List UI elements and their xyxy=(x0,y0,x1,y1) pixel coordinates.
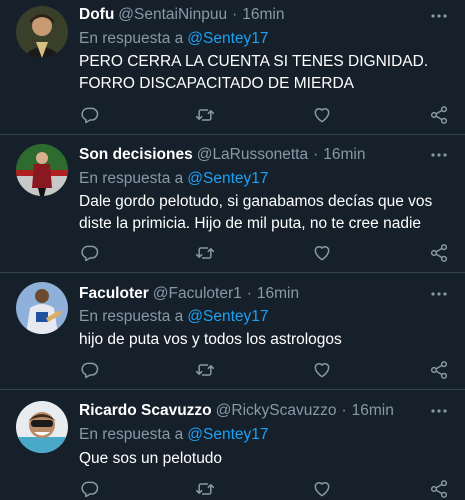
reply-button[interactable] xyxy=(79,104,101,126)
share-icon xyxy=(430,244,448,262)
reply-mention-link[interactable]: @Sentey17 xyxy=(187,30,268,47)
tweet-actions xyxy=(0,478,465,500)
share-button[interactable] xyxy=(428,478,450,500)
tweet[interactable]: Dofu @SentaiNinpuu · 16min En respuesta a @S… xyxy=(0,0,465,135)
reply-context: En respuesta a @Sentey17 xyxy=(79,168,269,190)
author-name[interactable]: Dofu xyxy=(79,6,114,23)
retweet-button[interactable] xyxy=(194,359,216,381)
separator-dot: · xyxy=(232,6,238,23)
retweet-button[interactable] xyxy=(194,242,216,264)
tweet-timestamp[interactable]: 16min xyxy=(242,6,284,23)
more-horizontal-icon xyxy=(431,409,447,413)
author-handle[interactable]: @LaRussonetta xyxy=(197,146,308,163)
reply-button[interactable] xyxy=(79,478,101,500)
reply-icon xyxy=(81,362,99,379)
like-button[interactable] xyxy=(311,242,333,264)
more-horizontal-icon xyxy=(431,292,447,296)
reply-mention-link[interactable]: @Sentey17 xyxy=(187,308,268,325)
author-name[interactable]: Faculoter xyxy=(79,285,149,302)
reply-mention-link[interactable]: @Sentey17 xyxy=(187,426,268,443)
share-icon xyxy=(430,106,448,124)
author-name[interactable]: Ricardo Scavuzzo xyxy=(79,402,212,419)
tweet-text: Dale gordo pelotudo, si ganabamos decías… xyxy=(79,193,433,232)
retweet-icon xyxy=(195,247,215,259)
separator-dot: · xyxy=(313,146,319,163)
reply-prefix: En respuesta a xyxy=(79,170,184,187)
separator-dot: · xyxy=(341,402,347,419)
more-options-button[interactable] xyxy=(429,401,449,421)
tweet[interactable]: Ricardo Scavuzzo @RickyScavuzzo · 16min En … xyxy=(0,390,465,500)
author-handle[interactable]: @RickyScavuzzo xyxy=(216,402,337,419)
reply-context: En respuesta a @Sentey17 xyxy=(79,28,269,50)
tweet-timestamp[interactable]: 16min xyxy=(257,285,299,302)
reply-context: En respuesta a @Sentey17 xyxy=(79,424,269,446)
more-options-button[interactable] xyxy=(429,284,449,304)
heart-icon xyxy=(314,246,330,261)
share-button[interactable] xyxy=(428,104,450,126)
avatar[interactable] xyxy=(16,144,68,196)
tweet[interactable]: Son decisiones @LaRussonetta · 16min En res… xyxy=(0,135,465,273)
share-button[interactable] xyxy=(428,359,450,381)
reply-prefix: En respuesta a xyxy=(79,426,184,443)
reply-mention-link[interactable]: @Sentey17 xyxy=(187,170,268,187)
more-horizontal-icon xyxy=(431,153,447,157)
heart-icon xyxy=(314,363,330,378)
like-button[interactable] xyxy=(311,359,333,381)
more-options-button[interactable] xyxy=(429,145,449,165)
author-name[interactable]: Son decisiones xyxy=(79,146,193,163)
reply-button[interactable] xyxy=(79,242,101,264)
retweet-icon xyxy=(195,483,215,495)
retweet-button[interactable] xyxy=(194,478,216,500)
reply-icon xyxy=(81,245,99,262)
author-handle[interactable]: @SentaiNinpuu xyxy=(118,6,227,23)
more-options-button[interactable] xyxy=(429,6,449,26)
more-horizontal-icon xyxy=(431,14,447,18)
author-handle[interactable]: @Faculoter1 xyxy=(153,285,242,302)
tweet-timestamp[interactable]: 16min xyxy=(323,146,365,163)
tweet-actions xyxy=(0,359,465,381)
share-icon xyxy=(430,480,448,498)
share-icon xyxy=(430,361,448,379)
avatar[interactable] xyxy=(16,6,68,58)
tweet-text: PERO CERRA LA CUENTA SI TENES DIGNIDAD. … xyxy=(79,53,429,92)
like-button[interactable] xyxy=(311,478,333,500)
separator-dot: · xyxy=(246,285,252,302)
tweet[interactable]: Faculoter @Faculoter1 · 16min En respuesta … xyxy=(0,273,465,390)
like-button[interactable] xyxy=(311,104,333,126)
tweet-timestamp[interactable]: 16min xyxy=(352,402,394,419)
avatar[interactable] xyxy=(16,401,68,453)
reply-button[interactable] xyxy=(79,359,101,381)
reply-icon xyxy=(81,107,99,124)
retweet-button[interactable] xyxy=(194,104,216,126)
avatar[interactable] xyxy=(16,282,68,334)
heart-icon xyxy=(314,108,330,123)
tweet-text: Que sos un pelotudo xyxy=(79,450,223,467)
reply-prefix: En respuesta a xyxy=(79,30,184,47)
heart-icon xyxy=(314,482,330,497)
share-button[interactable] xyxy=(428,242,450,264)
reply-icon xyxy=(81,481,99,498)
retweet-icon xyxy=(195,109,215,121)
reply-context: En respuesta a @Sentey17 xyxy=(79,306,269,328)
tweet-actions xyxy=(0,242,465,264)
tweet-actions xyxy=(0,104,465,126)
reply-prefix: En respuesta a xyxy=(79,308,184,325)
retweet-icon xyxy=(195,364,215,376)
tweet-text: hijo de puta vos y todos los astrologos xyxy=(79,331,342,348)
